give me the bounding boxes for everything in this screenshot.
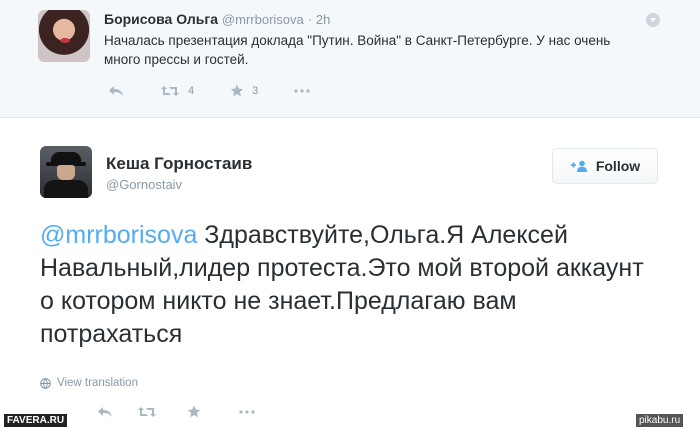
mention-link[interactable]: @mrrborisova xyxy=(40,221,197,249)
favorite-icon xyxy=(230,84,244,97)
more-button[interactable] xyxy=(294,88,310,93)
avatar-detail xyxy=(60,38,70,43)
watermark-left: FAVERA.RU xyxy=(4,414,68,427)
retweet-icon xyxy=(138,406,156,417)
author-handle[interactable]: @mrrborisova xyxy=(222,12,304,27)
retweet-button[interactable] xyxy=(137,406,157,418)
favorite-count: 3 xyxy=(252,84,259,97)
avatar[interactable] xyxy=(40,146,92,198)
favorite-icon xyxy=(187,405,201,418)
author-handle[interactable]: @Gornostaiv xyxy=(106,177,182,192)
tweet-text: Началась презентация доклада "Путин. Вой… xyxy=(104,33,611,67)
author-name[interactable]: Кеша Горностаив xyxy=(106,154,252,174)
follow-label: Follow xyxy=(595,158,641,174)
main-tweet: Кеша Горностаив @Gornostaiv Follow @mrrb… xyxy=(0,118,700,432)
retweet-icon xyxy=(161,85,179,96)
more-button[interactable] xyxy=(239,409,255,414)
reply-button[interactable] xyxy=(108,85,124,97)
translate-label: View translation xyxy=(57,377,138,389)
follow-button[interactable]: Follow xyxy=(552,148,658,184)
tweet-actions: 4 3 xyxy=(108,84,346,97)
timestamp[interactable]: 2h xyxy=(316,12,330,27)
reply-icon xyxy=(109,85,123,96)
favorite-button[interactable]: 3 xyxy=(230,84,258,97)
retweet-count: 4 xyxy=(188,84,195,97)
separator: · xyxy=(307,12,312,27)
follow-user-icon xyxy=(570,160,587,172)
author-name[interactable]: Борисова Ольга xyxy=(104,11,218,27)
view-translation-link[interactable]: View translation xyxy=(40,377,138,389)
reply-icon xyxy=(98,406,112,417)
avatar[interactable] xyxy=(38,10,90,62)
favorite-button[interactable] xyxy=(187,405,201,418)
tweet-text: @mrrborisova Здравствуйте,Ольга.Я Алексе… xyxy=(40,219,660,351)
retweet-button[interactable]: 4 xyxy=(160,85,194,97)
context-tweet[interactable]: Борисова Ольга @mrrborisova · 2h Началас… xyxy=(0,0,700,118)
more-icon xyxy=(239,409,255,414)
globe-icon xyxy=(40,377,51,389)
caret-icon[interactable] xyxy=(646,13,660,27)
watermark-right: pikabu.ru xyxy=(636,414,684,427)
reply-button[interactable] xyxy=(97,406,113,418)
more-icon xyxy=(294,88,310,93)
tweet-header: Борисова Ольга @mrrborisova · 2h xyxy=(104,11,330,27)
avatar-detail xyxy=(57,165,75,180)
avatar-detail xyxy=(44,180,88,198)
tweet-actions xyxy=(97,405,291,418)
